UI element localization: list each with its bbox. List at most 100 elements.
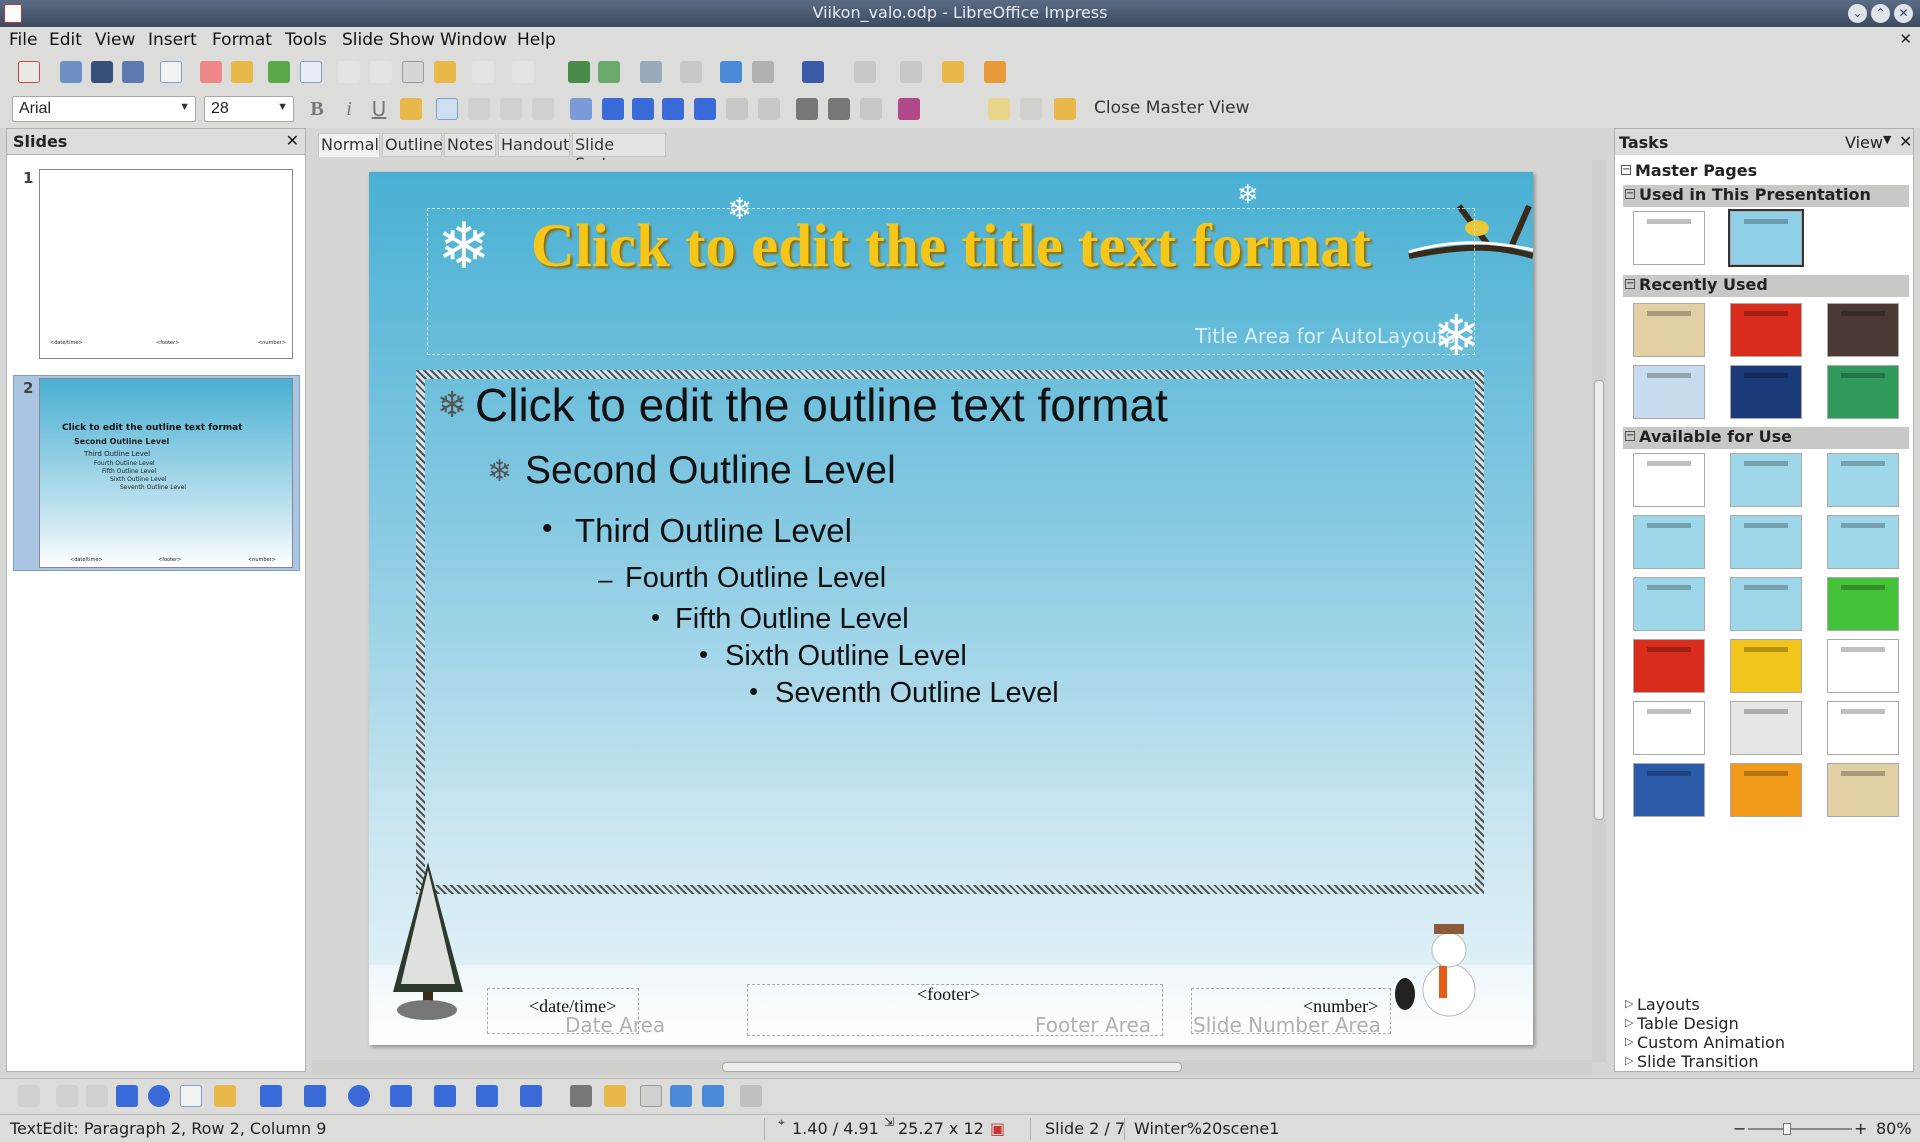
menu-file[interactable]: File — [9, 30, 37, 50]
print-icon[interactable] — [60, 61, 82, 83]
undo-icon[interactable] — [472, 61, 494, 83]
master-page-thumbnail[interactable] — [1633, 639, 1705, 693]
text-tool-icon[interactable] — [180, 1085, 202, 1107]
glue-points-icon[interactable] — [604, 1085, 626, 1107]
outline-level-1[interactable]: Click to edit the outline text format — [475, 378, 1168, 432]
master-page-thumbnail[interactable] — [1827, 763, 1899, 817]
help-icon[interactable] — [802, 61, 824, 83]
master-page-thumbnail[interactable] — [1633, 577, 1705, 631]
demote-icon[interactable] — [632, 98, 654, 120]
close-master-view-button[interactable]: Close Master View — [1094, 98, 1250, 118]
align-center-icon[interactable] — [468, 98, 490, 120]
bullets-numbering-icon[interactable] — [860, 98, 882, 120]
bold-icon[interactable]: B — [306, 98, 328, 120]
slide-design-icon[interactable] — [900, 61, 922, 83]
used-in-presentation-header[interactable]: − Used in This Presentation — [1623, 185, 1909, 207]
new-document-icon[interactable] — [18, 61, 40, 83]
move-down-icon[interactable] — [694, 98, 716, 120]
outline-level-7[interactable]: Seventh Outline Level — [775, 677, 1059, 710]
paste-icon[interactable] — [402, 61, 424, 83]
grid-icon[interactable] — [680, 61, 702, 83]
basic-shapes-icon[interactable] — [304, 1085, 326, 1107]
print-direct-icon[interactable] — [231, 61, 253, 83]
curve-icon[interactable] — [214, 1085, 236, 1107]
master-page-thumbnail[interactable] — [1827, 453, 1899, 507]
menu-format[interactable]: Format — [212, 30, 272, 50]
master-page-thumbnail[interactable] — [1827, 365, 1899, 419]
slide-transition-section[interactable]: ▷ Slide Transition — [1625, 1052, 1759, 1071]
master-page-thumbnail[interactable] — [1730, 365, 1802, 419]
align-left-icon[interactable] — [436, 98, 458, 120]
menu-edit[interactable]: Edit — [49, 30, 82, 50]
justify-icon[interactable] — [532, 98, 554, 120]
font-size-combo[interactable]: 28 ▼ — [204, 96, 294, 122]
table-design-section[interactable]: ▷ Table Design — [1625, 1014, 1739, 1033]
master-pages-header[interactable]: − Master Pages — [1619, 161, 1909, 183]
increase-spacing-icon[interactable] — [726, 98, 748, 120]
zoom-slider[interactable] — [1748, 1123, 1852, 1135]
layouts-section[interactable]: ▷ Layouts — [1625, 995, 1700, 1014]
master-page-thumbnail[interactable] — [1633, 303, 1705, 357]
master-page-thumbnail[interactable] — [1730, 515, 1802, 569]
underline-icon[interactable]: U — [368, 98, 390, 120]
autospellcheck-icon[interactable] — [300, 61, 322, 83]
3d-objects-icon[interactable] — [740, 1085, 762, 1107]
clone-format-icon[interactable] — [434, 61, 456, 83]
close-slides-pane-button[interactable]: ✕ — [286, 131, 299, 150]
vertical-scrollbar[interactable] — [1592, 160, 1606, 1062]
zoom-out-button[interactable]: − — [1733, 1119, 1746, 1138]
paragraph-icon[interactable] — [828, 98, 850, 120]
extrusion-icon[interactable] — [702, 1085, 724, 1107]
outline-level-3[interactable]: Third Outline Level — [575, 512, 852, 550]
outline-level-5[interactable]: Fifth Outline Level — [675, 603, 909, 636]
horizontal-scroll-thumb[interactable] — [722, 1062, 1182, 1072]
tasks-view-menu[interactable]: View — [1845, 133, 1883, 152]
fontwork-icon[interactable] — [640, 1085, 662, 1107]
master-page-thumbnail[interactable] — [1730, 577, 1802, 631]
available-for-use-header[interactable]: − Available for Use — [1623, 427, 1909, 449]
callouts-icon[interactable] — [476, 1085, 498, 1107]
master-page-thumbnail[interactable] — [1730, 453, 1802, 507]
master-page-thumbnail[interactable] — [1730, 763, 1802, 817]
zoom-in-button[interactable]: + — [1854, 1119, 1867, 1138]
ellipse-icon[interactable] — [148, 1085, 170, 1107]
master-page-thumbnail[interactable] — [1827, 303, 1899, 357]
bullets-icon[interactable] — [570, 98, 592, 120]
close-master-view-icon[interactable] — [1054, 98, 1076, 120]
slide-thumbnail-1[interactable]: <date/time> <footer> <number> — [39, 169, 293, 359]
navigator-icon[interactable] — [640, 61, 662, 83]
vertical-scroll-thumb[interactable] — [1594, 380, 1604, 820]
master-page-thumbnail[interactable] — [1730, 701, 1802, 755]
tab-handout[interactable]: Handout — [498, 133, 570, 157]
insert-table-icon[interactable] — [598, 61, 620, 83]
edit-file-icon[interactable] — [160, 61, 182, 83]
slide-title[interactable]: Click to edit the title text format — [369, 212, 1533, 282]
close-document-icon[interactable]: ✕ — [1899, 30, 1912, 48]
footer-field[interactable]: <footer> — [917, 984, 980, 1005]
close-window-button[interactable]: ✕ — [1894, 4, 1913, 23]
master-page-thumbnail[interactable] — [1730, 303, 1802, 357]
tab-normal[interactable]: Normal — [318, 133, 380, 157]
master-page-thumbnail[interactable] — [1633, 365, 1705, 419]
master-page-thumbnail[interactable] — [1633, 211, 1705, 265]
block-arrows-icon[interactable] — [390, 1085, 412, 1107]
cut-icon[interactable] — [338, 61, 360, 83]
master-page-thumbnail[interactable] — [1633, 763, 1705, 817]
close-tasks-pane-button[interactable]: ✕ — [1899, 132, 1912, 151]
menu-tools[interactable]: Tools — [285, 30, 327, 50]
menu-help[interactable]: Help — [517, 30, 556, 50]
line-icon[interactable] — [56, 1085, 78, 1107]
recently-used-header[interactable]: − Recently Used — [1623, 275, 1909, 297]
decrease-spacing-icon[interactable] — [758, 98, 780, 120]
master-page-thumbnail[interactable] — [1728, 209, 1804, 267]
promote-icon[interactable] — [602, 98, 624, 120]
menu-slide-show[interactable]: Slide Show — [342, 30, 435, 50]
menu-insert[interactable]: Insert — [148, 30, 197, 50]
italic-icon[interactable]: i — [338, 98, 360, 120]
font-name-combo[interactable]: Arial ▼ — [12, 96, 196, 122]
tab-slide-sorter[interactable]: Slide Sorter — [572, 133, 666, 173]
zoom-level[interactable]: 80% — [1876, 1119, 1912, 1138]
symbol-shapes-icon[interactable] — [348, 1085, 370, 1107]
master-page-thumbnail[interactable] — [1633, 453, 1705, 507]
select-arrow-icon[interactable] — [18, 1085, 40, 1107]
